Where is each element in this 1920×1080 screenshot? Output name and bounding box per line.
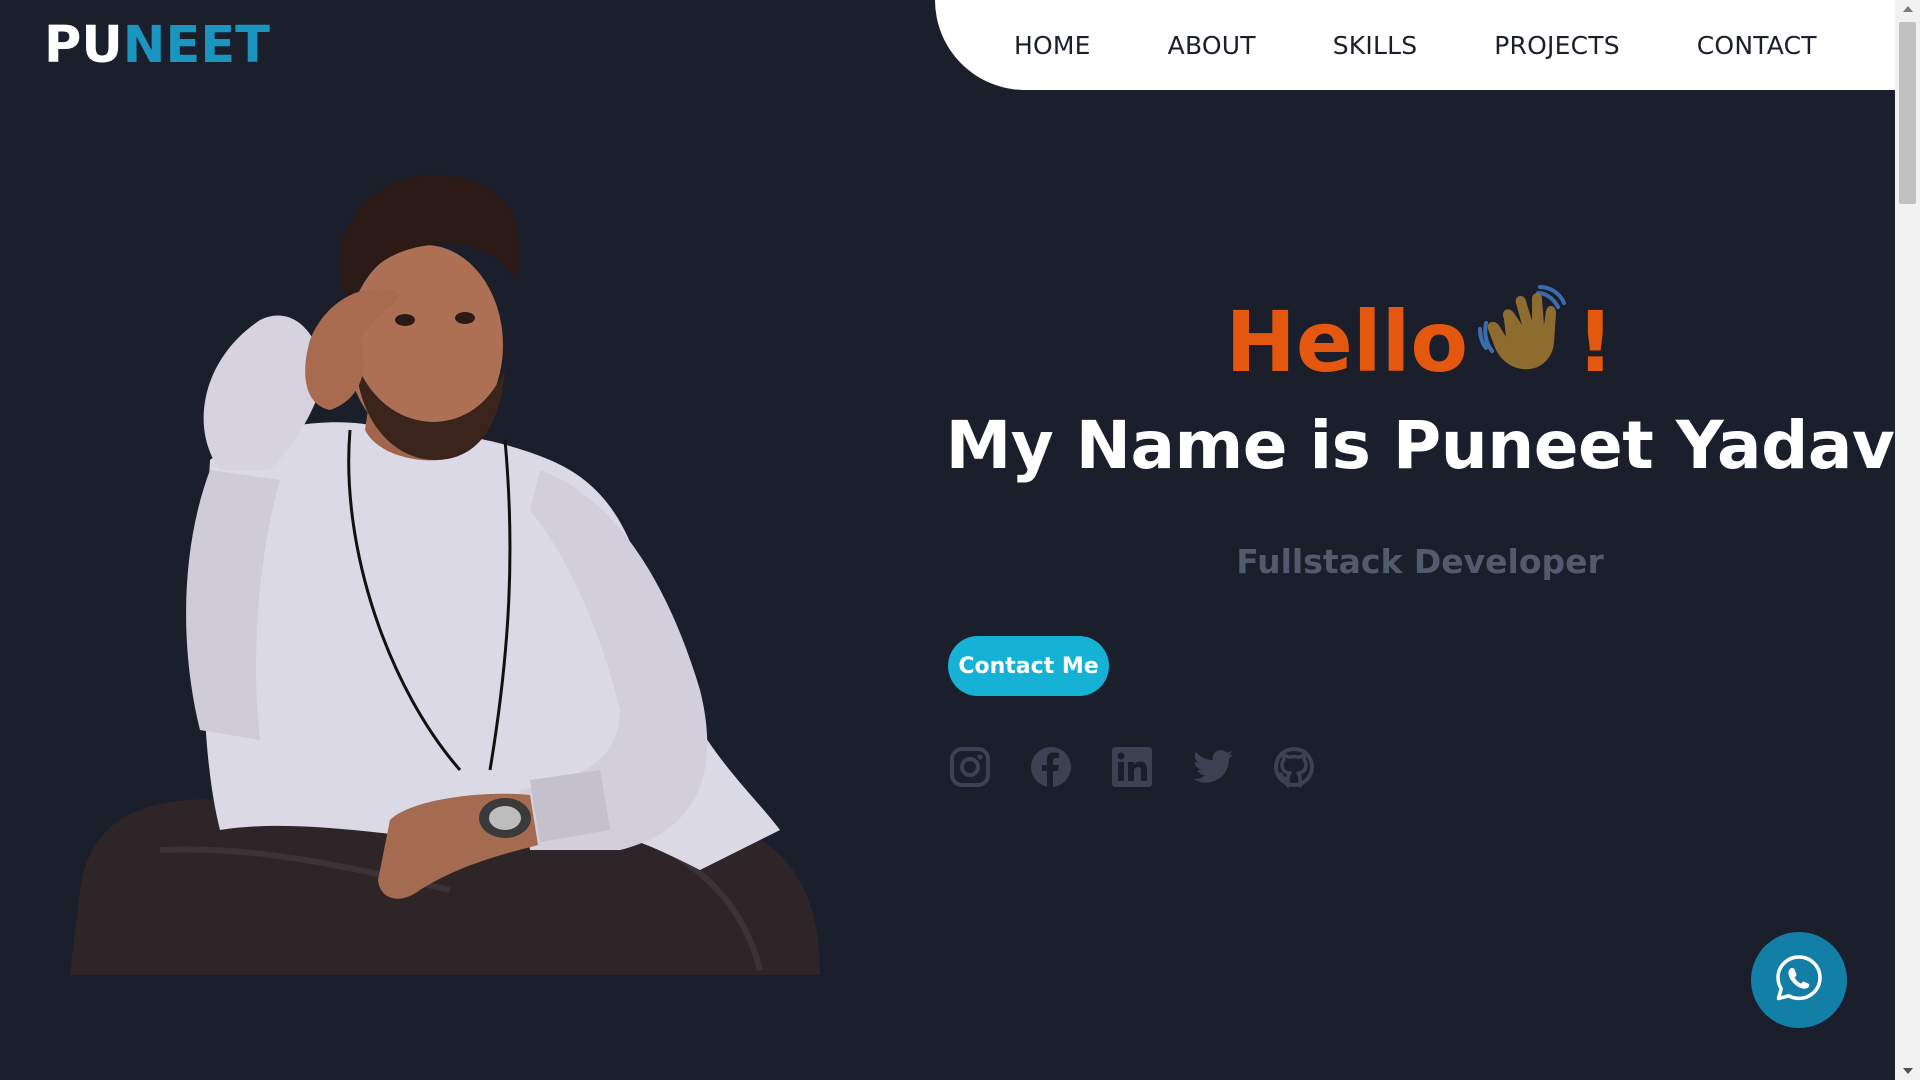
nav-item-home[interactable]: HOME bbox=[1014, 31, 1091, 60]
social-links bbox=[948, 745, 1353, 789]
waving-hand-icon bbox=[1476, 285, 1568, 390]
linkedin-icon[interactable] bbox=[1110, 745, 1154, 789]
page: PUNEET HOME ABOUT SKILLS PROJECTS CONTAC… bbox=[0, 0, 1920, 1080]
github-icon[interactable] bbox=[1272, 745, 1316, 789]
site-logo[interactable]: PUNEET bbox=[44, 20, 270, 71]
profile-photo bbox=[70, 174, 820, 975]
scroll-down-arrow-icon[interactable] bbox=[1903, 1068, 1913, 1074]
hero-name: My Name is Puneet Yadav bbox=[945, 407, 1895, 484]
hero-greeting: Hello ! bbox=[940, 285, 1900, 390]
whatsapp-icon bbox=[1774, 953, 1824, 1007]
instagram-icon[interactable] bbox=[948, 745, 992, 789]
logo-part-a: PU bbox=[44, 16, 123, 75]
contact-me-button[interactable]: Contact Me bbox=[948, 636, 1109, 696]
nav-item-skills[interactable]: SKILLS bbox=[1333, 31, 1418, 60]
main-nav: HOME ABOUT SKILLS PROJECTS CONTACT bbox=[935, 0, 1895, 90]
nav-item-projects[interactable]: PROJECTS bbox=[1494, 31, 1620, 60]
nav-item-about[interactable]: ABOUT bbox=[1168, 31, 1256, 60]
scrollbar-thumb[interactable] bbox=[1899, 22, 1916, 204]
scroll-up-arrow-icon[interactable] bbox=[1903, 6, 1913, 12]
greeting-suffix: ! bbox=[1576, 293, 1615, 391]
page-scrollbar[interactable] bbox=[1895, 0, 1920, 1080]
greeting-text: Hello bbox=[1225, 293, 1469, 391]
twitter-icon[interactable] bbox=[1191, 745, 1235, 789]
facebook-icon[interactable] bbox=[1029, 745, 1073, 789]
hero-role: Fullstack Developer bbox=[1236, 542, 1604, 581]
logo-part-b: NEET bbox=[122, 16, 270, 75]
whatsapp-button[interactable] bbox=[1751, 932, 1847, 1028]
nav-item-contact[interactable]: CONTACT bbox=[1697, 31, 1817, 60]
